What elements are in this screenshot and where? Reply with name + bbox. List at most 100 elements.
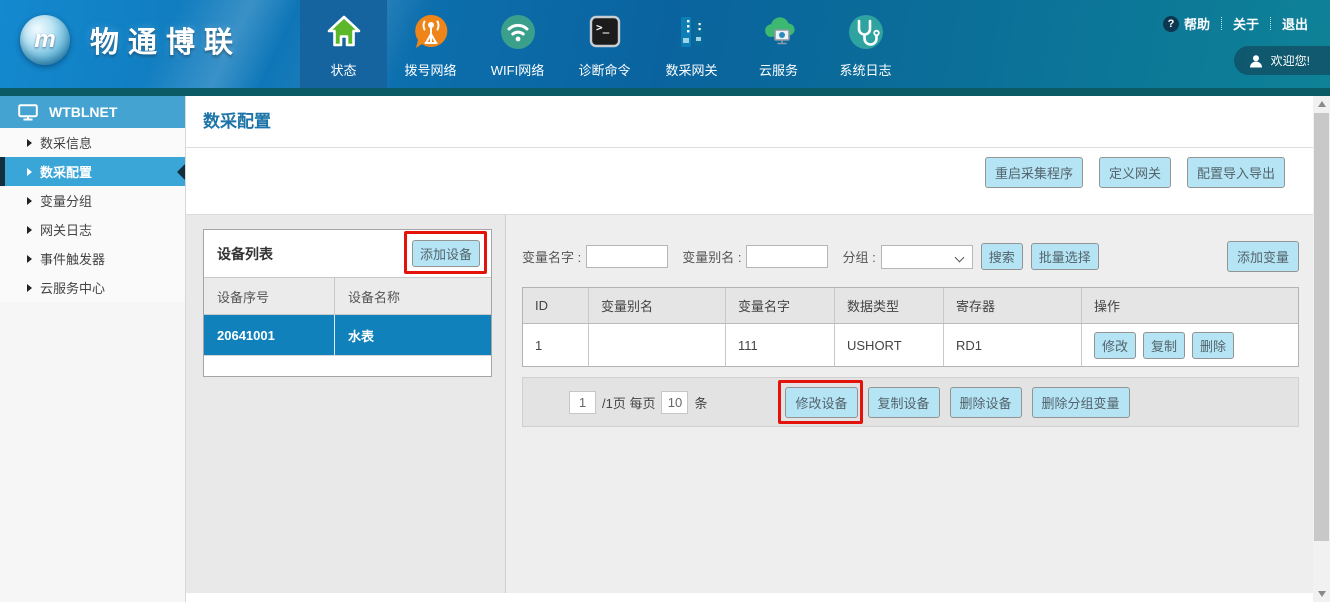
device-serial-value: 20641001 [204, 315, 335, 355]
globe-logo-icon: m [20, 15, 70, 65]
variable-id-value: 1 [523, 324, 589, 366]
nav-tab-wifi-network[interactable]: WIFI网络 [474, 0, 561, 88]
brand-name: 物通博联 [90, 19, 242, 61]
actions-column-header: 操作 [1082, 288, 1298, 323]
page-size-input[interactable] [661, 391, 688, 414]
device-list-title: 设备列表 [217, 244, 273, 264]
page-number-input[interactable] [569, 391, 596, 414]
nav-tab-system-log[interactable]: 系统日志 [822, 0, 909, 88]
config-import-export-button[interactable]: 配置导入导出 [1187, 157, 1285, 188]
help-icon: ? [1163, 16, 1179, 32]
nav-tab-data-gateway[interactable]: 数采网关 [648, 0, 735, 88]
cloud-service-icon [758, 11, 800, 53]
variable-register-value: RD1 [944, 324, 1082, 366]
home-icon [323, 11, 365, 53]
logout-link[interactable]: 退出 [1282, 14, 1308, 33]
page-suffix-label: /1页 每页 [602, 393, 655, 412]
syslog-icon [845, 11, 887, 53]
group-label: 分组 : [842, 247, 875, 266]
nav-tab-dialup-network[interactable]: 拨号网络 [387, 0, 474, 88]
caret-right-icon [27, 197, 32, 205]
nav-tab-status[interactable]: 状态 [300, 0, 387, 88]
device-serial-column-header: 设备序号 [204, 278, 335, 314]
device-action-buttons: 修改设备 复制设备 删除设备 删除分组变量 [785, 387, 1129, 418]
device-list-panel: 设备列表 添加设备 设备序号 设备名称 20641001 水表 [186, 215, 506, 593]
variables-table: ID 变量别名 变量名字 数据类型 寄存器 操作 1 111 USHORT RD… [522, 287, 1299, 367]
device-table-header: 设备序号 设备名称 [204, 277, 491, 315]
about-link[interactable]: 关于 [1233, 14, 1259, 33]
batch-select-button[interactable]: 批量选择 [1031, 243, 1099, 270]
sidebar-device-header: WTBLNET [0, 96, 185, 128]
page-size-suffix-label: 条 [694, 393, 707, 412]
modify-row-button[interactable]: 修改 [1094, 332, 1136, 359]
variable-filter-row: 变量名字 : 变量别名 : 分组 : 搜索 批量选择 添加变量 [522, 241, 1299, 272]
wifi-icon [497, 11, 539, 53]
sidebar-item-data-collection-config[interactable]: 数采配置 [0, 157, 185, 186]
variable-name-input[interactable] [586, 245, 668, 268]
define-gateway-button[interactable]: 定义网关 [1099, 157, 1171, 188]
search-button[interactable]: 搜索 [981, 243, 1023, 270]
monitor-icon [18, 104, 38, 121]
register-column-header: 寄存器 [944, 288, 1082, 323]
sidebar-item-cloud-center[interactable]: 云服务中心 [0, 273, 185, 302]
welcome-user-badge[interactable]: 欢迎您! [1234, 46, 1330, 75]
app-logo: m 物通博联 [20, 15, 242, 65]
variable-name-value: 111 [726, 324, 835, 366]
header-bottom-strip [0, 88, 1330, 96]
sidebar-item-gateway-log[interactable]: 网关日志 [0, 215, 185, 244]
variable-name-label: 变量名字 : [522, 247, 581, 266]
copy-device-button[interactable]: 复制设备 [868, 387, 940, 418]
caret-right-icon [27, 168, 32, 176]
pagination-bar: /1页 每页 条 修改设备 复制设备 删除设备 删除分组变量 [522, 377, 1299, 427]
main-content: 数采配置 重启采集程序 定义网关 配置导入导出 设备列表 添加设备 设备序号 设… [186, 96, 1313, 602]
sidebar: WTBLNET 状态 网关 数采信息 数采配置 变量分组 网关日志 事件触发器 … [0, 96, 186, 602]
restart-collector-button[interactable]: 重启采集程序 [985, 157, 1083, 188]
modify-device-button[interactable]: 修改设备 [785, 387, 857, 418]
caret-right-icon [27, 255, 32, 263]
variable-alias-input[interactable] [746, 245, 828, 268]
variable-datatype-value: USHORT [835, 324, 944, 366]
nav-tab-diagnostic-command[interactable]: >_ 诊断命令 [561, 0, 648, 88]
variable-alias-label: 变量别名 : [682, 247, 741, 266]
device-table-empty-row [204, 355, 491, 376]
header-links: ? 帮助 关于 退出 [1163, 14, 1308, 33]
sidebar-item-data-collection-info[interactable]: 数采信息 [0, 128, 185, 157]
sidebar-item-event-trigger[interactable]: 事件触发器 [0, 244, 185, 273]
device-table-row-selected[interactable]: 20641001 水表 [204, 315, 491, 355]
dialup-network-icon [410, 11, 452, 53]
variables-table-header: ID 变量别名 变量名字 数据类型 寄存器 操作 [523, 288, 1298, 324]
title-divider [186, 147, 1313, 148]
group-select[interactable] [881, 245, 973, 269]
scrollbar-thumb[interactable] [1314, 113, 1329, 541]
app-header: m 物通博联 状态 拨号网络 WIFI网络 >_ 诊断命令 [0, 0, 1330, 96]
variables-panel: 变量名字 : 变量别名 : 分组 : 搜索 批量选择 添加变量 ID 变量别名 [506, 215, 1313, 593]
device-name-column-header: 设备名称 [335, 287, 400, 306]
nav-tab-cloud-service[interactable]: 云服务 [735, 0, 822, 88]
gateway-icon [671, 11, 713, 53]
copy-row-button[interactable]: 复制 [1143, 332, 1185, 359]
delete-device-button[interactable]: 删除设备 [950, 387, 1022, 418]
caret-right-icon [27, 284, 32, 292]
top-nav: 状态 拨号网络 WIFI网络 >_ 诊断命令 数采网关 [300, 0, 909, 88]
device-list-header: 设备列表 添加设备 [204, 230, 491, 277]
variable-alias-value [589, 324, 726, 366]
link-separator [1270, 17, 1271, 30]
scrollbar-up-arrow-icon[interactable] [1313, 96, 1330, 112]
datatype-column-header: 数据类型 [835, 288, 944, 323]
add-variable-button[interactable]: 添加变量 [1227, 241, 1299, 272]
delete-row-button[interactable]: 删除 [1192, 332, 1234, 359]
device-list-card: 设备列表 添加设备 设备序号 设备名称 20641001 水表 [203, 229, 492, 377]
workspace: 设备列表 添加设备 设备序号 设备名称 20641001 水表 [186, 214, 1313, 592]
user-icon [1249, 54, 1263, 68]
scrollbar-down-arrow-icon[interactable] [1313, 586, 1330, 602]
alias-column-header: 变量别名 [589, 288, 726, 323]
sidebar-item-variable-groups[interactable]: 变量分组 [0, 186, 185, 215]
variable-row-actions: 修改 复制 删除 [1082, 324, 1298, 366]
variable-table-row: 1 111 USHORT RD1 修改 复制 删除 [523, 324, 1298, 366]
name-column-header: 变量名字 [726, 288, 835, 323]
caret-right-icon [27, 139, 32, 147]
svg-text:>_: >_ [596, 21, 610, 34]
add-device-button[interactable]: 添加设备 [412, 240, 480, 267]
help-link[interactable]: ? 帮助 [1163, 14, 1210, 33]
delete-group-variables-button[interactable]: 删除分组变量 [1032, 387, 1130, 418]
